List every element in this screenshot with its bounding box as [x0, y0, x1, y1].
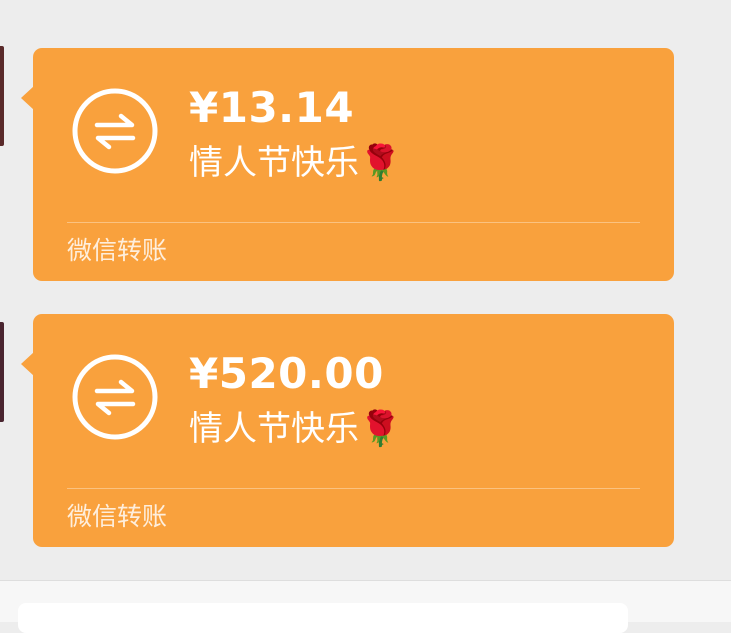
wechat-transfer-label: 微信转账: [67, 502, 168, 531]
transfer-note: 情人节快乐🌹: [189, 409, 402, 449]
transfer-card[interactable]: ¥13.14 情人节快乐🌹 微信转账: [21, 48, 674, 281]
transfer-arrows-icon: [72, 88, 158, 174]
chat-message-list[interactable]: ¥13.14 情人节快乐🌹 微信转账 ¥520.00 情人节快乐🌹 微信转账: [0, 0, 731, 580]
transfer-amount: ¥520.00: [189, 349, 384, 398]
card-divider: [67, 222, 640, 223]
transfer-card[interactable]: ¥520.00 情人节快乐🌹 微信转账: [21, 314, 674, 547]
transfer-amount: ¥13.14: [189, 83, 355, 132]
bubble-tail: [21, 86, 34, 110]
bubble-tail: [21, 352, 34, 376]
card-divider: [67, 488, 640, 489]
wechat-transfer-label: 微信转账: [67, 236, 168, 265]
sender-avatar-edge[interactable]: [0, 322, 4, 422]
message-input[interactable]: [18, 603, 628, 633]
chat-input-bar: [0, 580, 731, 633]
sender-avatar-edge[interactable]: [0, 46, 4, 146]
transfer-note: 情人节快乐🌹: [189, 143, 402, 183]
transfer-arrows-icon: [72, 354, 158, 440]
